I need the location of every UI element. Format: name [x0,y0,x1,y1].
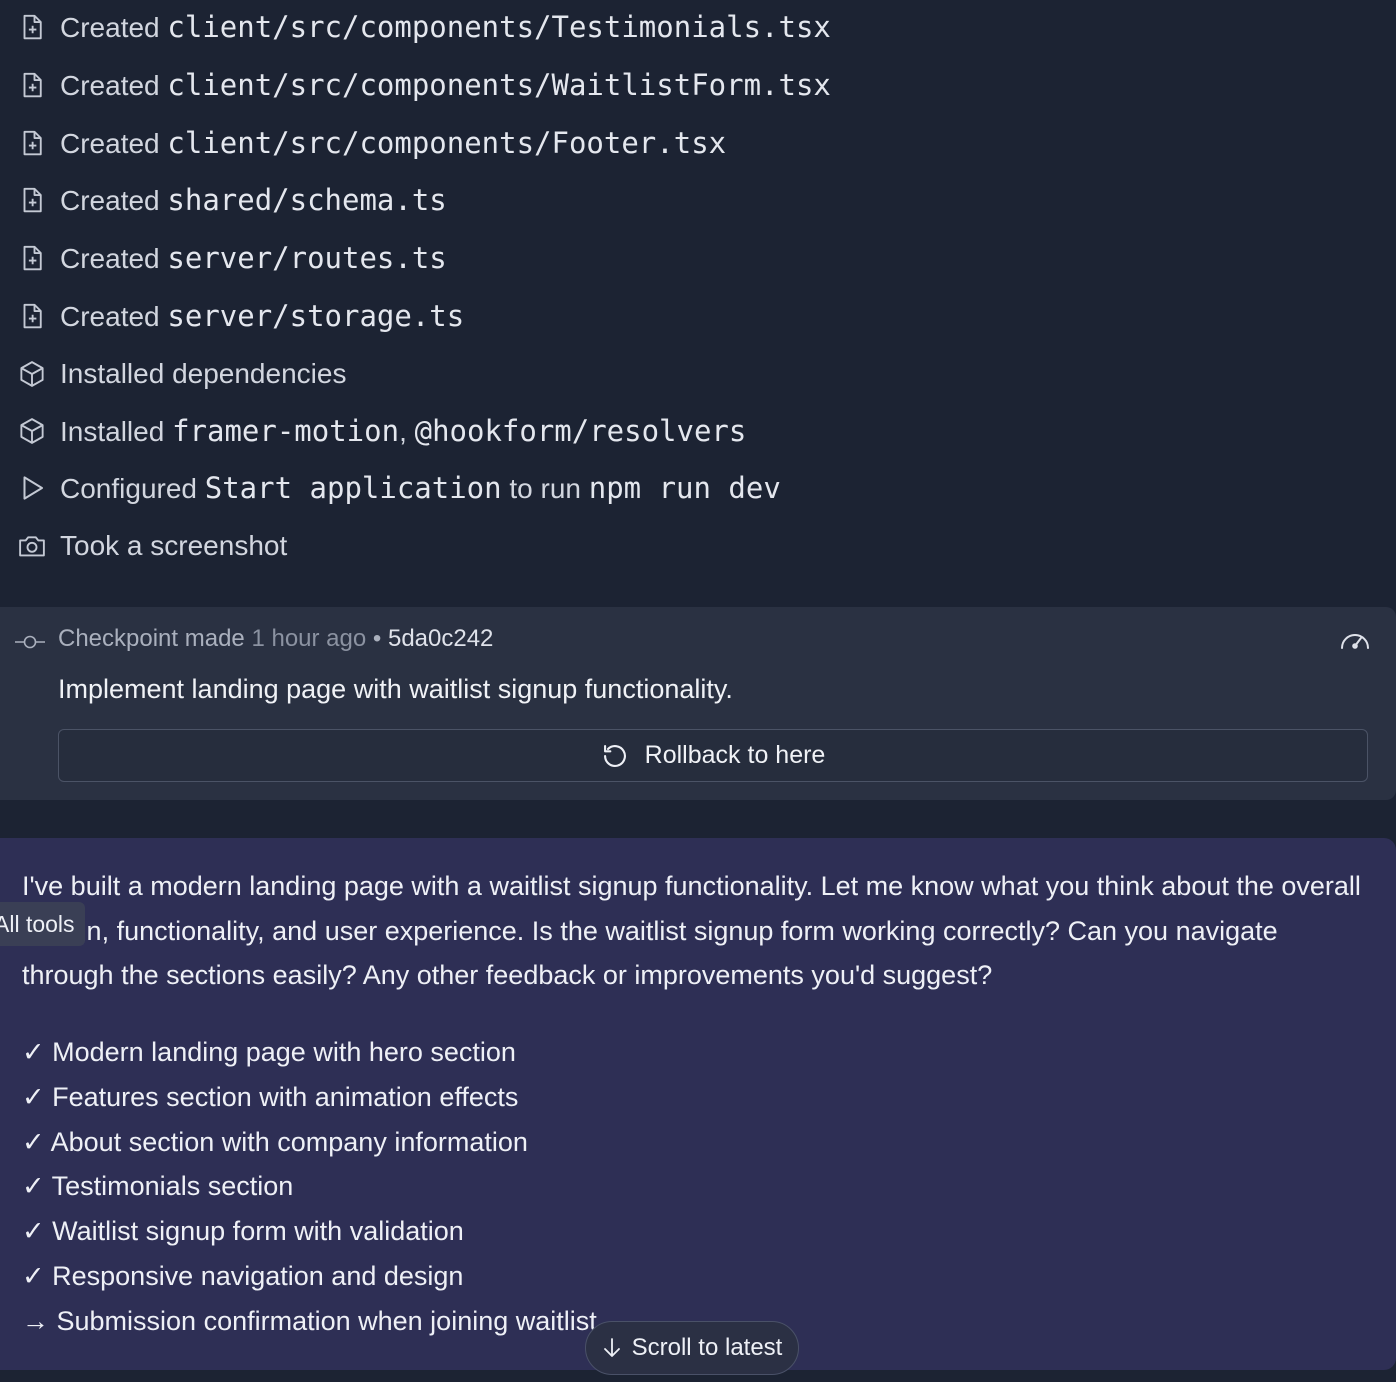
log-verb: Configured [60,473,197,504]
file-path: server/storage.ts [167,299,465,333]
rotate-ccw-icon [603,744,626,767]
log-verb: Created [60,12,160,43]
rollback-button[interactable]: Rollback to here [58,729,1368,782]
file-path: server/routes.ts [167,241,447,275]
file-plus-icon [16,69,48,101]
workflow-name: Start application [204,471,502,505]
package-name: @hookform/resolvers [414,414,747,448]
checkpoint-hash[interactable]: 5da0c242 [388,625,493,652]
scroll-to-latest-label: Scroll to latest [631,1334,783,1361]
checklist-item: ✓ Features section with animation effect… [22,1081,519,1112]
play-icon [16,472,48,504]
checklist-item: ✓ Modern landing page with hero section [22,1037,516,1067]
checkpoint-dot: • [372,625,382,652]
checklist-item: ✓ About section with company information [22,1126,528,1157]
file-plus-icon [16,127,48,159]
checkpoint-message: Implement landing page with waitlist sig… [58,674,733,704]
log-text: Installed dependencies [60,358,347,389]
file-path: client/src/components/WaitlistForm.tsx [167,68,831,102]
rollback-label: Rollback to here [644,741,826,769]
checklist-item: → Submission confirmation when joining w… [22,1305,597,1336]
file-plus-icon [16,300,48,332]
gauge-icon[interactable] [1338,626,1372,654]
feature-checklist: ✓ Modern landing page with hero section … [22,1030,597,1344]
log-verb: Created [60,243,160,274]
log-verb: Installed [60,416,165,447]
run-command: npm run dev [588,471,781,505]
package-icon [16,358,48,390]
log-verb: Created [60,185,160,216]
separator: , [399,416,407,447]
agent-message-text: I've built a modern landing page with a … [22,871,1361,990]
git-commit-icon [15,635,45,649]
checklist-item: ✓ Testimonials section [22,1171,294,1202]
file-plus-icon [16,242,48,274]
log-verb: Created [60,128,160,159]
all-tools-label: All tools [0,911,75,937]
log-verb: Created [60,301,160,332]
file-plus-icon [16,184,48,216]
checklist-item: ✓ Waitlist signup form with validation [22,1216,464,1247]
checkpoint-time: 1 hour ago [251,625,367,652]
checkpoint-meta: Checkpoint made 1 hour ago • 5da0c242 [58,625,493,653]
log-text: Took a screenshot [60,530,288,561]
package-name: framer-motion [172,414,400,448]
package-icon [16,415,48,447]
file-plus-icon [16,11,48,43]
log-connector: to run [509,473,581,504]
arrow-down-icon [603,1338,620,1357]
file-path: client/src/components/Footer.tsx [167,126,727,160]
camera-icon [16,530,48,562]
file-path: shared/schema.ts [167,183,447,217]
scroll-to-latest-button[interactable]: Scroll to latest [585,1321,799,1375]
all-tools-tab[interactable]: All tools [0,902,85,946]
file-path: client/src/components/Testimonials.tsx [167,10,831,44]
agent-chat-panel: Created client/src/components/Testimonia… [0,0,1396,1382]
checklist-item: ✓ Responsive navigation and design [22,1260,464,1291]
checkpoint-label: Checkpoint made [58,625,245,652]
log-verb: Created [60,70,160,101]
